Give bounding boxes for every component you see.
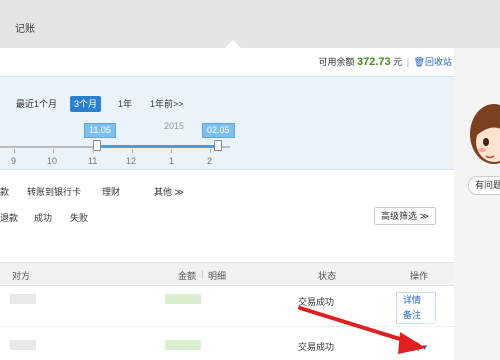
recycle-bin-link[interactable]: 🗑回收站 <box>414 57 452 67</box>
tick-label: 10 <box>47 156 58 166</box>
col-party: 对方 <box>12 271 31 281</box>
trash-icon: 🗑 <box>413 57 425 67</box>
tick-label: 12 <box>126 156 137 166</box>
balance-label: 可用余额 <box>318 57 355 67</box>
amount-redacted <box>165 294 201 304</box>
col-ops: 操作 <box>410 271 429 281</box>
timeline-tick <box>53 149 54 153</box>
advanced-filter-button[interactable]: 高级筛选 ≫ <box>374 207 436 225</box>
filter-status-success[interactable]: 成功 <box>34 211 52 224</box>
filter-type-finance[interactable]: 理财 <box>102 185 120 198</box>
timeline-tick <box>171 149 172 153</box>
top-bar: 记账 <box>0 0 500 48</box>
range-1-year[interactable]: 1年 <box>118 96 132 112</box>
watermark: Baidu 经验 <box>388 322 439 333</box>
tick-label: 11 <box>88 156 98 166</box>
filter-type-other[interactable]: 其他 ≫ <box>154 185 184 198</box>
tick-label: 9 <box>11 156 17 166</box>
amount-redacted <box>165 340 201 350</box>
timeline-tick <box>14 149 15 153</box>
filter-type-transfer-bank[interactable]: 转账到银行卡 <box>27 185 81 198</box>
filter-status-failed[interactable]: 失败 <box>70 211 88 224</box>
time-range-panel: 最近1个月 3个月 1年 1年前>> 2015 11.05 02.05 9 10… <box>0 76 454 170</box>
party-name-redacted <box>10 294 36 304</box>
filter-status-refund[interactable]: 退款 <box>0 211 18 224</box>
tick-label: 1 <box>169 156 175 166</box>
balance-divider: | <box>406 57 410 67</box>
table-header: 对方 金额 | 明细 状态 操作 <box>0 262 454 286</box>
range-over-1-year[interactable]: 1年前>> <box>150 96 184 112</box>
assistant-avatar[interactable] <box>468 104 500 170</box>
timeline-tick <box>210 149 211 153</box>
col-divider: | <box>201 269 204 279</box>
balance-amount: 372.73 <box>356 56 391 68</box>
range-1-month[interactable]: 最近1个月 <box>16 96 57 112</box>
tick-label: 2 <box>207 156 213 166</box>
right-sidebar <box>454 48 500 360</box>
start-date-flag: 11.05 <box>84 123 116 138</box>
end-date-flag: 02.05 <box>202 123 235 138</box>
tab-notch <box>225 40 241 48</box>
end-handle[interactable] <box>214 140 222 151</box>
col-detail: 明细 <box>208 271 227 281</box>
range-3-months[interactable]: 3个月 <box>70 96 102 112</box>
year-label: 2015 <box>164 121 185 131</box>
col-amount: 金额 <box>178 271 197 281</box>
filter-type-refund[interactable]: 款 <box>0 185 9 198</box>
col-status: 状态 <box>318 271 337 281</box>
timeline-tick <box>132 149 133 153</box>
page-title: 记账 <box>15 24 35 35</box>
start-handle[interactable] <box>93 140 101 151</box>
help-button[interactable]: 有问题 <box>468 176 500 195</box>
girl-face-icon <box>470 104 500 164</box>
balance-unit: 元 <box>393 57 403 67</box>
timeline-selection <box>93 145 216 148</box>
party-name-redacted <box>10 340 36 350</box>
balance-line: 可用余额 372.73 元 | 🗑回收站 <box>318 55 452 68</box>
timeline-tick <box>93 149 94 153</box>
